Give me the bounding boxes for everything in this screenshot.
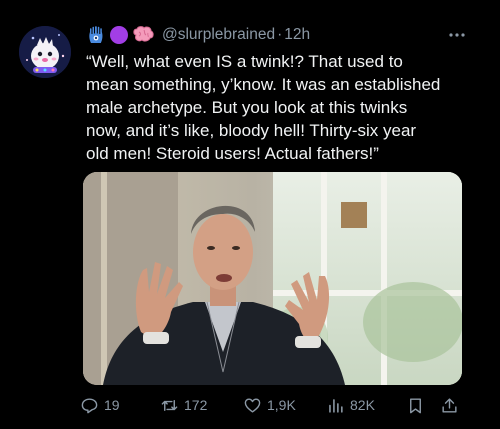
repost-icon <box>161 399 178 411</box>
like-count: 1,9K <box>267 397 296 413</box>
more-options-button[interactable] <box>444 22 470 48</box>
repost-button[interactable]: 172 <box>160 396 207 415</box>
bookmark-button[interactable] <box>406 396 425 415</box>
author-handle[interactable]: @slurplebrained <box>162 26 275 44</box>
brain-emoji <box>133 26 154 42</box>
separator: · <box>277 26 283 43</box>
views-icon <box>329 398 343 413</box>
tweet-image[interactable] <box>83 172 462 385</box>
post-time[interactable]: 12h <box>284 26 310 44</box>
reply-button[interactable]: 19 <box>80 396 120 415</box>
share-button[interactable] <box>440 396 459 415</box>
repost-count: 172 <box>184 397 208 413</box>
tweet-header: @slurplebrained · 12h <box>86 22 476 48</box>
more-icon <box>449 33 465 37</box>
heart-icon <box>244 397 261 413</box>
like-button[interactable]: 1,9K <box>243 396 296 415</box>
views-button[interactable]: 82K <box>326 396 375 415</box>
action-bar: 19 172 1,9K 82K <box>80 394 470 416</box>
tweet-text: “Well, what even IS a twink!? That used … <box>86 52 441 163</box>
purple-circle-emoji <box>110 26 128 44</box>
reply-count: 19 <box>104 397 120 413</box>
views-count: 82K <box>350 397 375 413</box>
hamsa-icon <box>89 26 103 43</box>
tweet: @slurplebrained · 12h “Well, what even I… <box>0 0 500 429</box>
reply-icon <box>81 397 98 413</box>
avatar[interactable] <box>19 26 71 78</box>
bookmark-icon <box>410 397 421 413</box>
share-icon <box>442 397 457 413</box>
